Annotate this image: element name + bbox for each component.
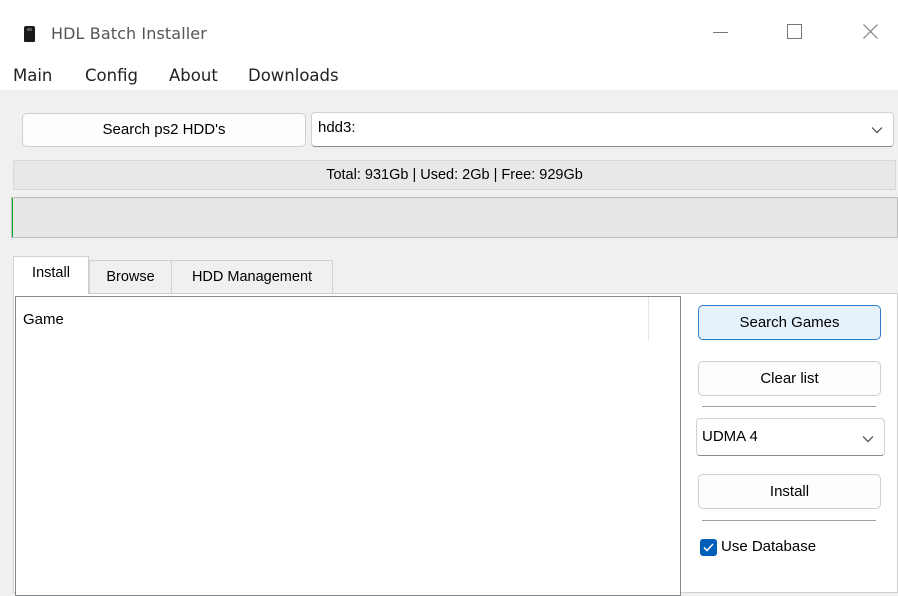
menu-config[interactable]: Config	[85, 66, 138, 85]
divider	[702, 406, 876, 407]
hdd-select[interactable]: hdd3:	[311, 112, 894, 147]
hdd-select-value: hdd3:	[318, 119, 356, 136]
chevron-down-icon	[862, 436, 874, 443]
progress-fill	[12, 198, 13, 237]
use-database-label[interactable]: Use Database	[721, 538, 816, 555]
udma-mode-select[interactable]: UDMA 4	[696, 418, 885, 456]
title-bar[interactable]: HDL Batch Installer	[0, 0, 898, 64]
search-games-button[interactable]: Search Games	[698, 305, 881, 340]
tab-install[interactable]: Install	[13, 256, 89, 294]
clear-list-button[interactable]: Clear list	[698, 361, 881, 396]
udma-mode-value: UDMA 4	[702, 428, 758, 445]
close-icon	[863, 24, 878, 39]
close-button[interactable]	[847, 14, 893, 50]
window-title: HDL Batch Installer	[51, 24, 207, 43]
checkmark-icon	[703, 543, 714, 552]
menu-about[interactable]: About	[169, 66, 218, 85]
menu-bar: Main Config About Downloads	[0, 64, 898, 90]
app-icon	[24, 26, 35, 42]
disk-usage-status: Total: 931Gb | Used: 2Gb | Free: 929Gb	[13, 160, 896, 190]
tab-hdd-management[interactable]: HDD Management	[171, 260, 333, 294]
divider	[702, 520, 876, 521]
chevron-down-icon	[871, 127, 883, 134]
progress-bar	[11, 197, 898, 238]
game-list[interactable]: Game	[15, 296, 681, 596]
use-database-checkbox[interactable]	[700, 539, 717, 556]
maximize-button[interactable]	[771, 14, 817, 50]
column-header-game[interactable]: Game	[23, 311, 64, 328]
search-ps2-hdd-button[interactable]: Search ps2 HDD's	[22, 113, 306, 147]
install-button[interactable]: Install	[698, 474, 881, 509]
tab-browse[interactable]: Browse	[89, 260, 172, 294]
menu-downloads[interactable]: Downloads	[248, 66, 339, 85]
minimize-button[interactable]	[697, 14, 743, 50]
column-separator[interactable]	[648, 297, 649, 341]
menu-main[interactable]: Main	[13, 66, 52, 85]
